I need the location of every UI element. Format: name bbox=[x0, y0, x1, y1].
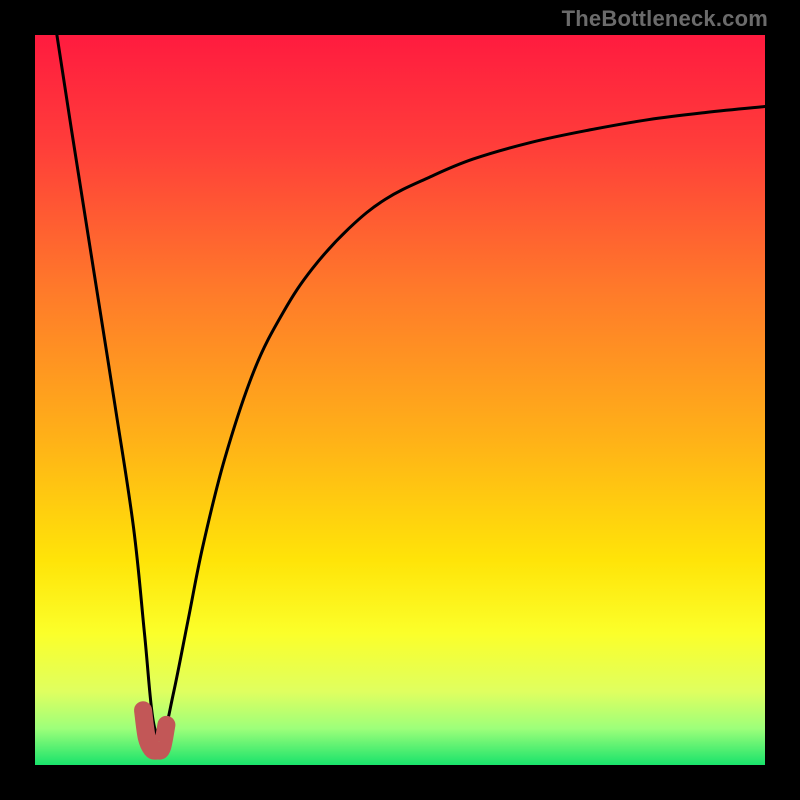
plot-area bbox=[35, 35, 765, 765]
bottleneck-chart-svg bbox=[35, 35, 765, 765]
watermark-text: TheBottleneck.com bbox=[562, 6, 768, 32]
chart-frame: TheBottleneck.com bbox=[0, 0, 800, 800]
gradient-background bbox=[35, 35, 765, 765]
